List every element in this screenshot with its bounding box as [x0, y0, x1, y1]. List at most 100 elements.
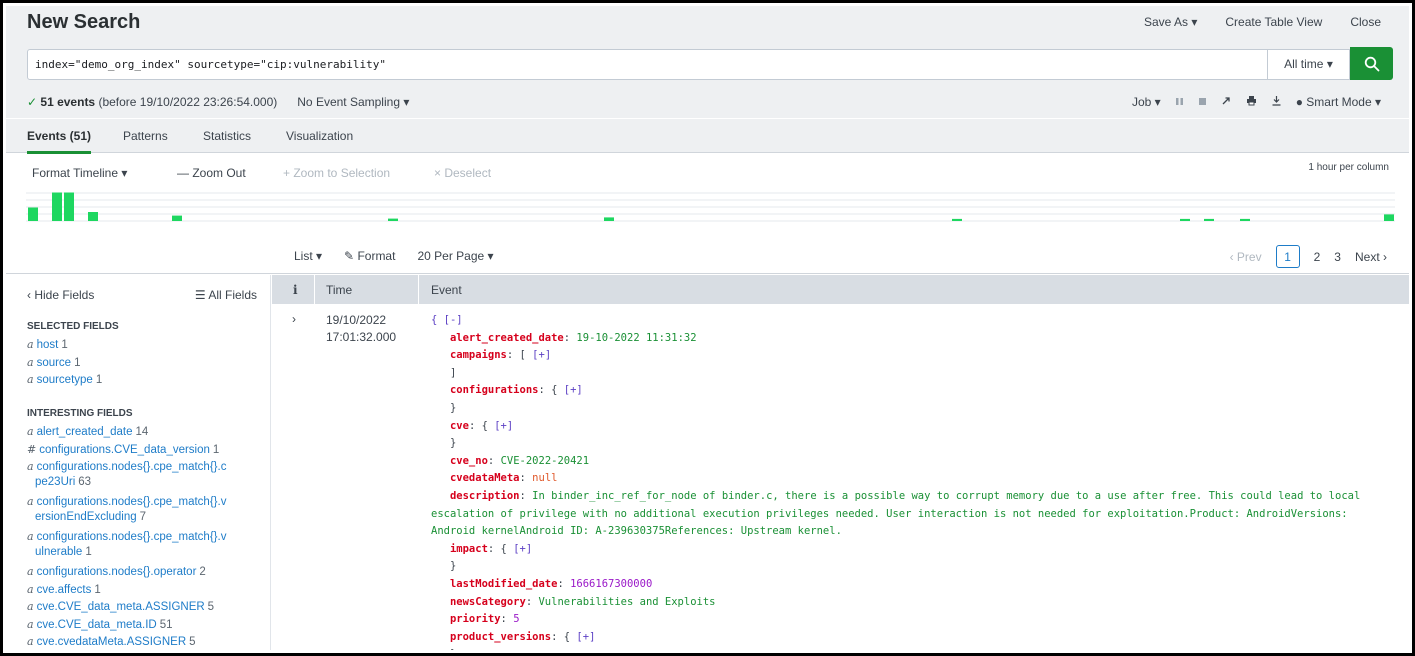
- tab-patterns[interactable]: Patterns: [123, 129, 168, 143]
- zoom-out-button[interactable]: — Zoom Out: [177, 166, 246, 180]
- field-type-icon: a: [27, 355, 34, 369]
- tab-events[interactable]: Events (51): [27, 129, 92, 154]
- export-icon[interactable]: [1271, 95, 1282, 109]
- json-value[interactable]: CVE-2022-20421: [501, 455, 590, 467]
- field-item[interactable]: a source 1: [27, 355, 267, 371]
- json-key[interactable]: priority: [450, 613, 501, 625]
- pencil-icon: ✎: [344, 249, 355, 263]
- field-item[interactable]: a sourcetype 1: [27, 372, 267, 388]
- json-key[interactable]: product_versions: [450, 631, 551, 643]
- format-timeline-dropdown[interactable]: Format Timeline ▾: [32, 166, 127, 180]
- close-button[interactable]: Close: [1350, 15, 1381, 29]
- all-fields-button[interactable]: ☰ All Fields: [195, 288, 257, 302]
- timeline-bar[interactable]: [28, 207, 38, 222]
- zoom-to-selection-button[interactable]: + Zoom to Selection: [283, 166, 390, 180]
- json-key[interactable]: lastModified_date: [450, 578, 557, 590]
- fields-sidebar: ‹ Hide Fields ☰ All Fields SELECTED FIEL…: [6, 275, 271, 650]
- job-menu[interactable]: Job ▾: [1132, 95, 1161, 109]
- time-column-header[interactable]: Time: [326, 283, 352, 297]
- collapse-json-toggle[interactable]: { [-]: [431, 314, 463, 326]
- timeline-bar[interactable]: [88, 212, 98, 221]
- interesting-fields-heading: INTERESTING FIELDS: [27, 408, 133, 419]
- results-controls: List ▾ ✎ Format 20 Per Page ▾ ‹ Prev 1 2…: [6, 238, 1409, 274]
- search-input[interactable]: index="demo_org_index" sourcetype="cip:v…: [27, 49, 1268, 80]
- prev-page-button[interactable]: ‹ Prev: [1230, 250, 1262, 264]
- json-key[interactable]: impact: [450, 543, 488, 555]
- page-3-button[interactable]: 3: [1334, 250, 1341, 264]
- next-page-button[interactable]: Next ›: [1355, 250, 1387, 264]
- smart-mode-dropdown[interactable]: ● Smart Mode ▾: [1296, 95, 1381, 109]
- field-item[interactable]: a host 1: [27, 337, 267, 353]
- pause-icon[interactable]: [1175, 95, 1184, 109]
- json-key[interactable]: campaigns: [450, 349, 507, 361]
- timeline-bar[interactable]: [52, 192, 62, 222]
- deselect-button[interactable]: × Deselect: [434, 166, 491, 180]
- json-key[interactable]: cve_no: [450, 455, 488, 467]
- timeline-bar[interactable]: [604, 217, 614, 221]
- json-value[interactable]: Vulnerabilities and Exploits: [538, 596, 715, 608]
- field-type-icon: a: [27, 582, 34, 596]
- format-button[interactable]: ✎ Format: [344, 249, 395, 263]
- field-name: cve.CVE_data_meta.ID: [36, 618, 157, 631]
- field-item[interactable]: a configurations.nodes{}.cpe_match{}.v uln…: [27, 529, 267, 560]
- events-table-header: i Time Event: [272, 275, 1409, 304]
- json-value[interactable]: 5: [513, 613, 519, 625]
- field-item[interactable]: a cve.CVE_data_meta.ASSIGNER 5: [27, 599, 267, 615]
- json-value[interactable]: 19-10-2022 11:31:32: [576, 332, 696, 344]
- json-key[interactable]: description: [450, 490, 520, 502]
- json-key[interactable]: alert_created_date: [450, 332, 564, 344]
- json-key[interactable]: newsCategory: [450, 596, 526, 608]
- per-page-dropdown[interactable]: 20 Per Page ▾: [417, 249, 493, 263]
- json-value[interactable]: In binder_inc_ref_for_node of binder.c, …: [431, 490, 1360, 537]
- save-as-button[interactable]: Save As ▾: [1144, 15, 1197, 29]
- timeline-bar[interactable]: [64, 192, 74, 222]
- expand-row-icon[interactable]: ›: [292, 312, 296, 326]
- field-item[interactable]: a cve.cvedataMeta.ASSIGNER 5: [27, 634, 267, 650]
- page-1-button[interactable]: 1: [1275, 245, 1300, 268]
- field-name: alert_created_date: [36, 426, 133, 438]
- field-item[interactable]: # configurations.CVE_data_version 1: [27, 442, 267, 458]
- search-button[interactable]: [1350, 47, 1393, 80]
- tab-statistics[interactable]: Statistics: [203, 129, 251, 143]
- json-value[interactable]: null: [532, 472, 557, 484]
- json-value[interactable]: 1666167300000: [570, 578, 652, 590]
- stop-icon[interactable]: [1198, 95, 1207, 109]
- timeline-bar[interactable]: [1384, 214, 1394, 221]
- page-2-button[interactable]: 2: [1314, 250, 1321, 264]
- timeline-bar[interactable]: [1180, 218, 1190, 221]
- timeline-chart[interactable]: [26, 190, 1395, 222]
- field-item[interactable]: a alert_created_date 14: [27, 424, 267, 440]
- field-item[interactable]: a configurations.nodes{}.cpe_match{}.c pe2…: [27, 459, 267, 490]
- search-icon: [1364, 56, 1379, 71]
- field-item[interactable]: a cve.CVE_data_meta.ID 51: [27, 617, 267, 633]
- expand-json-toggle[interactable]: [+]: [576, 631, 595, 643]
- print-icon[interactable]: [1246, 95, 1257, 109]
- tab-visualization[interactable]: Visualization: [286, 129, 353, 143]
- timeline-bar[interactable]: [172, 215, 182, 221]
- field-name: configurations.nodes{}.operator: [36, 566, 197, 578]
- event-sampling-dropdown[interactable]: No Event Sampling ▾: [297, 95, 409, 109]
- timeline-bar[interactable]: [388, 218, 398, 221]
- timeline-bar[interactable]: [1204, 218, 1214, 221]
- create-table-view-button[interactable]: Create Table View: [1225, 15, 1322, 29]
- time-range-picker[interactable]: All time ▾: [1268, 49, 1350, 80]
- field-count: 63: [78, 476, 92, 488]
- hide-fields-button[interactable]: ‹ Hide Fields: [27, 288, 94, 302]
- field-item[interactable]: a cve.affects 1: [27, 582, 267, 598]
- field-item[interactable]: a configurations.nodes{}.cpe_match{}.v ers…: [27, 494, 267, 525]
- expand-json-toggle[interactable]: [+]: [513, 543, 532, 555]
- app-header: New Search Save As ▾ Create Table View C…: [6, 6, 1409, 42]
- field-item[interactable]: a configurations.nodes{}.operator 2: [27, 564, 267, 580]
- json-key[interactable]: cve: [450, 420, 469, 432]
- list-view-dropdown[interactable]: List ▾: [294, 249, 322, 263]
- field-type-icon: a: [27, 460, 34, 473]
- expand-json-toggle[interactable]: [+]: [564, 384, 583, 396]
- share-icon[interactable]: [1221, 95, 1232, 109]
- expand-json-toggle[interactable]: [+]: [532, 349, 551, 361]
- json-key[interactable]: cvedataMeta: [450, 472, 520, 484]
- json-key[interactable]: configurations: [450, 384, 539, 396]
- timeline-bar[interactable]: [952, 218, 962, 221]
- timeline-panel: Format Timeline ▾ — Zoom Out + Zoom to S…: [6, 154, 1409, 234]
- timeline-bar[interactable]: [1240, 218, 1250, 221]
- expand-json-toggle[interactable]: [+]: [494, 420, 513, 432]
